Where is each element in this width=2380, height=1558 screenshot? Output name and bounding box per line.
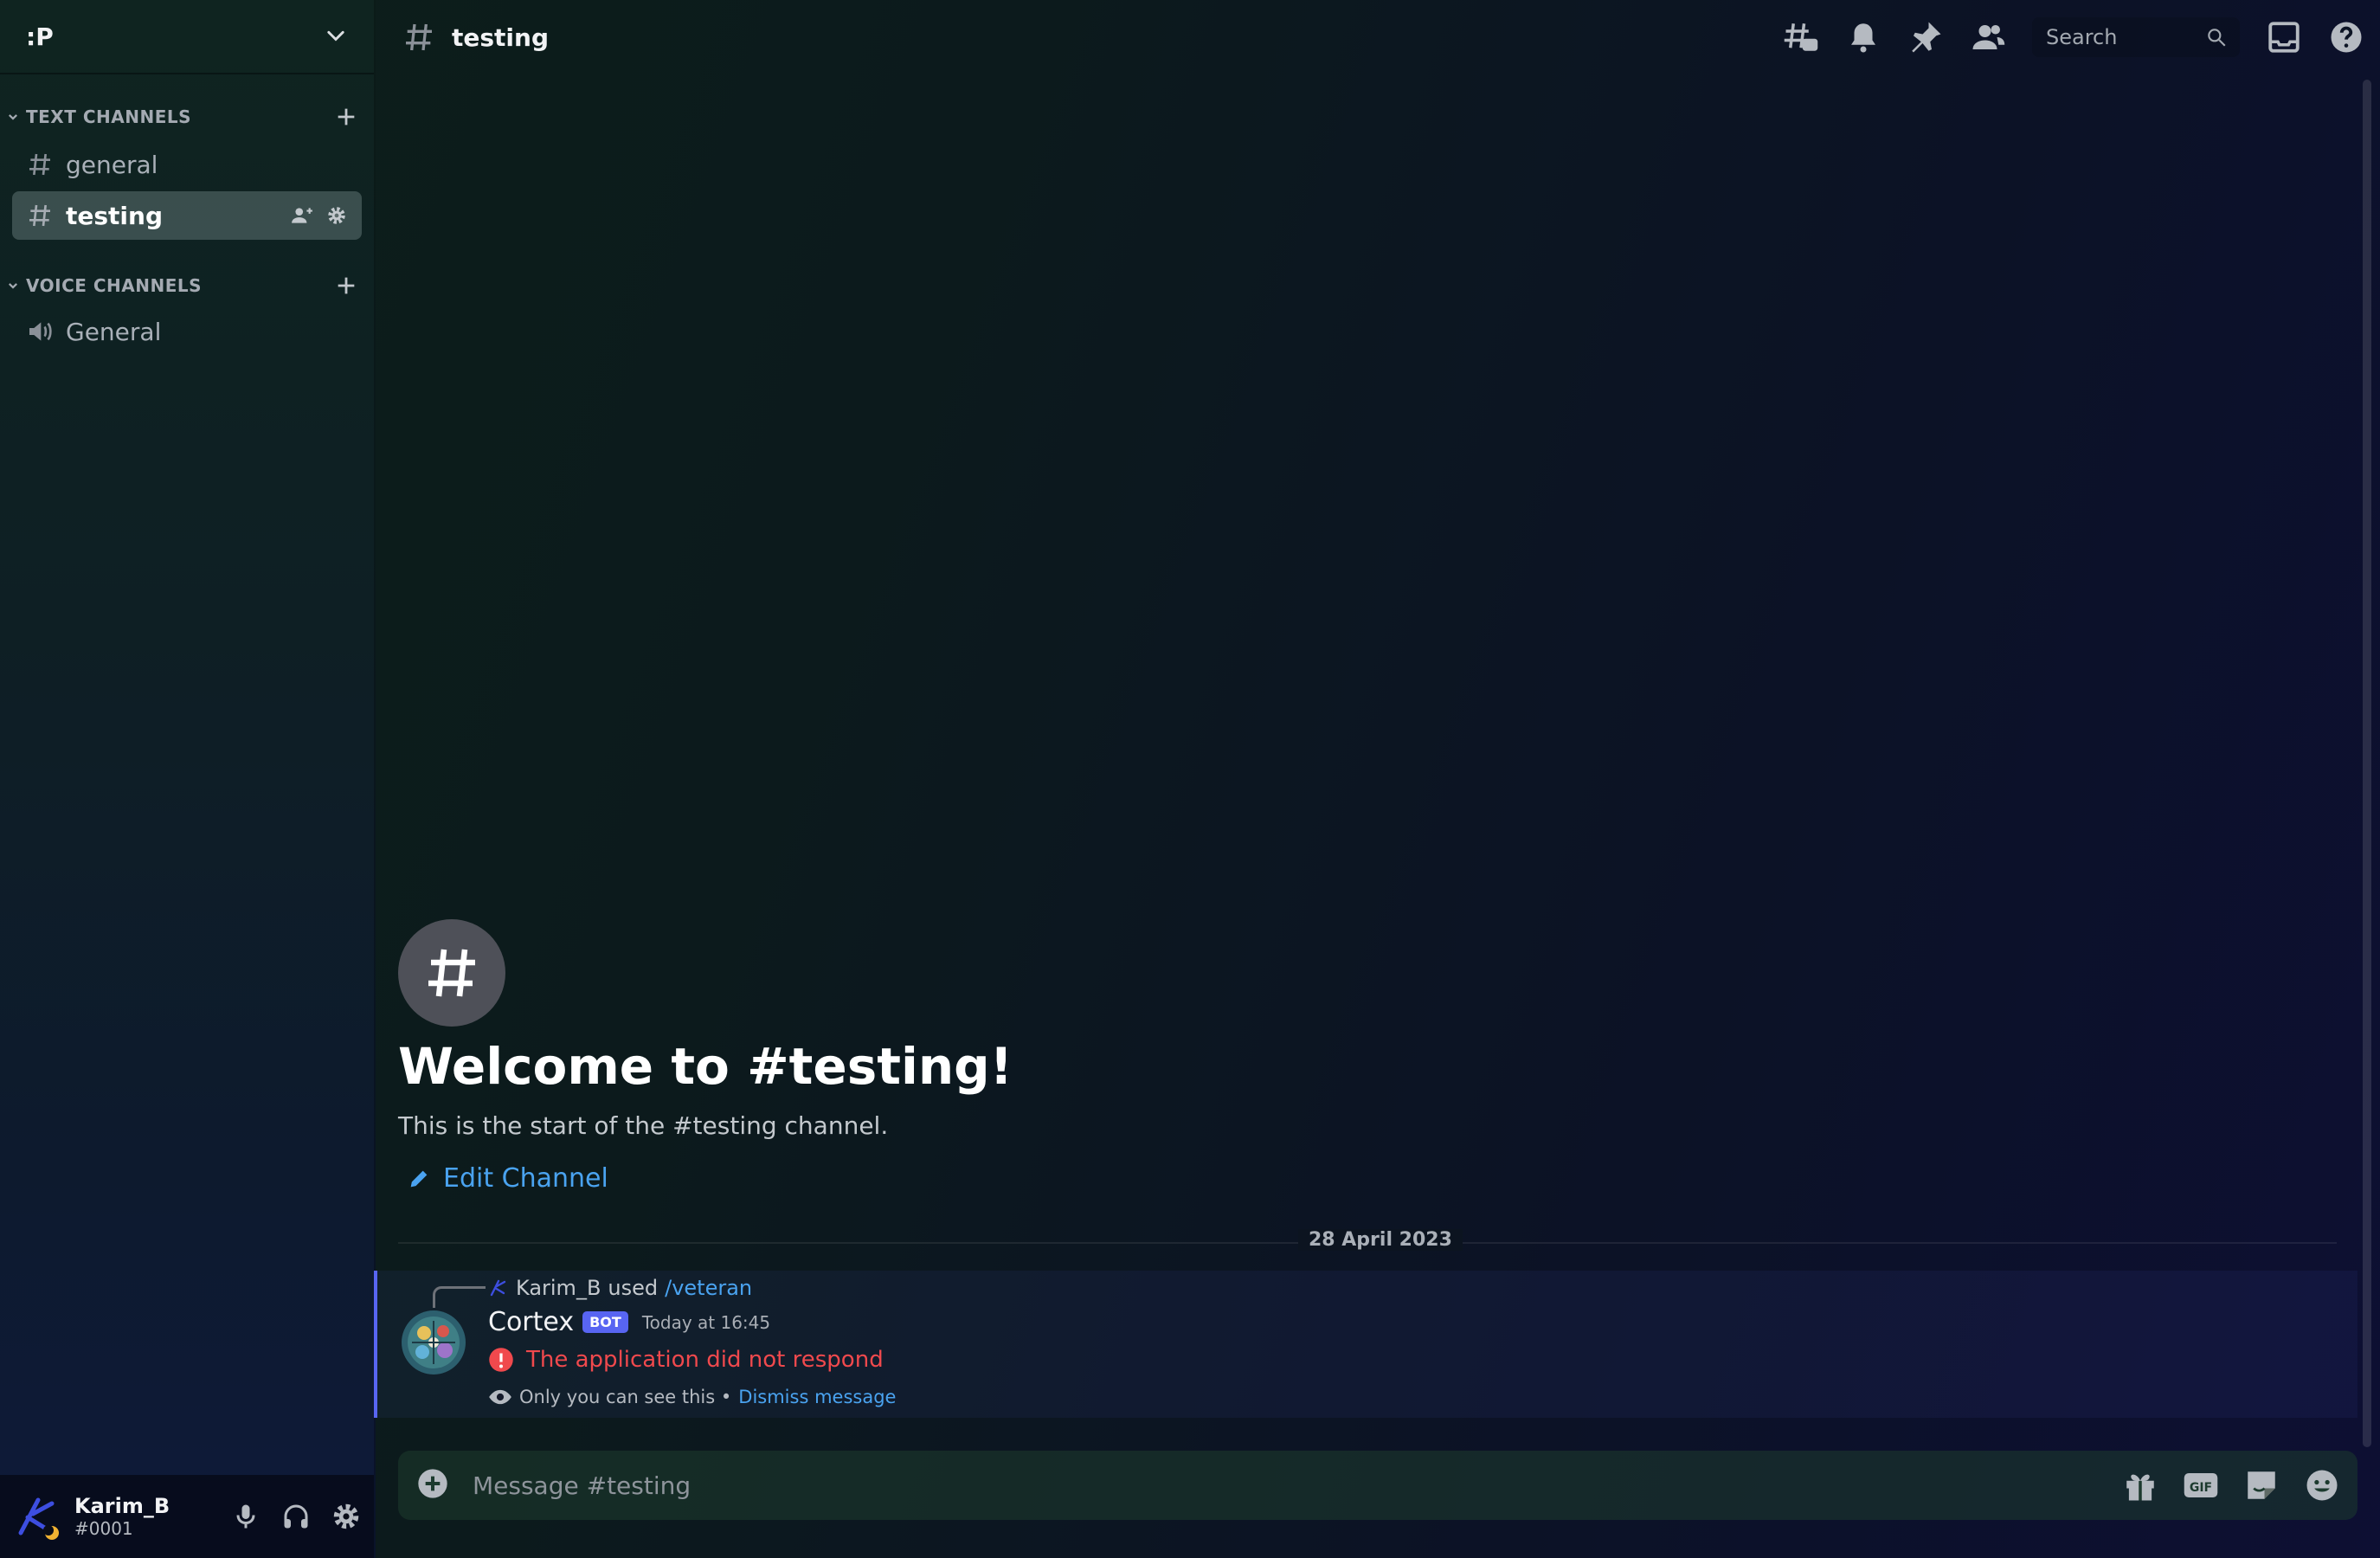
message-item: Karim_B used /veteran Cortex BOT Today a… <box>374 1271 2357 1418</box>
user-avatar-icon <box>490 1279 506 1297</box>
chevron-down-icon <box>327 30 344 42</box>
threads-icon[interactable] <box>1783 19 1819 55</box>
inbox-icon[interactable] <box>2266 19 2302 55</box>
reply-connector <box>433 1286 486 1308</box>
channel-label: general <box>66 150 158 179</box>
server-header[interactable]: :P <box>0 0 374 74</box>
edit-channel-link[interactable]: Edit Channel <box>407 1163 608 1194</box>
category-text-channels[interactable]: TEXT CHANNELS <box>7 101 358 132</box>
hashtag-icon <box>406 23 432 51</box>
eye-icon <box>489 1389 511 1405</box>
edit-channel-label: Edit Channel <box>443 1163 608 1194</box>
create-channel-plus-icon[interactable] <box>334 105 358 129</box>
channel-item-testing[interactable]: testing <box>12 191 362 240</box>
emoji-icon[interactable] <box>2304 1467 2340 1503</box>
hashtag-icon <box>428 949 475 997</box>
help-icon[interactable] <box>2328 19 2364 55</box>
speaker-icon <box>29 322 52 341</box>
channel-item-voice-general[interactable]: General <box>12 307 362 356</box>
server-name: :P <box>26 22 54 51</box>
category-label: TEXT CHANNELS <box>26 106 192 127</box>
ephemeral-note: Only you can see this • <box>519 1387 732 1407</box>
messages-scrollbar[interactable] <box>2363 80 2371 1447</box>
user-panel: Karim_B #0001 <box>0 1475 374 1558</box>
create-channel-plus-icon[interactable] <box>334 274 358 298</box>
reply-used-text: used <box>608 1276 659 1300</box>
avatar[interactable] <box>12 1491 62 1542</box>
svg-text:GIF: GIF <box>2190 1481 2212 1495</box>
welcome-subtitle: This is the start of the #testing channe… <box>398 1111 889 1140</box>
gear-icon[interactable] <box>325 204 348 227</box>
bot-avatar-icon <box>402 1310 466 1375</box>
search-input[interactable] <box>2044 24 2195 50</box>
message-author[interactable]: Cortex <box>488 1307 574 1337</box>
slash-command[interactable]: /veteran <box>665 1276 752 1300</box>
caret-down-icon <box>9 114 17 120</box>
bell-icon[interactable] <box>1845 19 1881 55</box>
pencil-icon <box>410 1170 428 1187</box>
plus-circle-icon <box>418 1469 447 1498</box>
caret-down-icon <box>9 283 17 289</box>
hashtag-icon <box>29 153 50 176</box>
pin-icon[interactable] <box>1907 19 1944 55</box>
welcome-title: Welcome to #testing! <box>398 1037 1013 1096</box>
message-composer: GIF <box>398 1451 2357 1520</box>
members-icon[interactable] <box>1970 19 2006 55</box>
search-icon <box>2208 29 2226 47</box>
channel-sidebar: :P TEXT CHANNELS general testing VOICE C… <box>0 0 376 1558</box>
avatar[interactable] <box>402 1310 466 1375</box>
channel-welcome-icon <box>398 919 505 1027</box>
message-timestamp: Today at 16:45 <box>641 1311 771 1333</box>
channel-header: testing <box>376 0 2380 74</box>
error-icon <box>489 1348 513 1372</box>
hashtag-icon <box>29 204 50 227</box>
message-input[interactable] <box>471 1470 2122 1501</box>
invite-user-icon[interactable] <box>291 204 313 227</box>
category-label: VOICE CHANNELS <box>26 275 203 296</box>
gear-icon[interactable] <box>331 1501 362 1532</box>
dismiss-message-link[interactable]: Dismiss message <box>738 1387 896 1407</box>
category-voice-channels[interactable]: VOICE CHANNELS <box>7 270 358 301</box>
channel-label: testing <box>66 201 163 230</box>
search-box[interactable] <box>2032 17 2240 57</box>
error-message: The application did not respond <box>526 1347 884 1373</box>
user-tag: #0001 <box>74 1518 133 1539</box>
command-reply-context[interactable]: Karim_B used /veteran <box>488 1276 752 1300</box>
microphone-icon[interactable] <box>230 1501 261 1532</box>
user-name: Karim_B <box>74 1494 170 1518</box>
upload-button[interactable] <box>415 1466 450 1504</box>
user-avatar-icon <box>18 1497 59 1540</box>
gif-icon[interactable]: GIF <box>2183 1467 2219 1503</box>
gift-icon[interactable] <box>2122 1467 2158 1503</box>
channel-label: General <box>66 317 162 346</box>
headphones-icon[interactable] <box>280 1501 312 1532</box>
date-divider-label: 28 April 2023 <box>1298 1229 1463 1251</box>
channel-title: testing <box>452 23 549 52</box>
channel-item-general[interactable]: general <box>12 140 362 189</box>
reply-username[interactable]: Karim_B <box>516 1276 601 1300</box>
bot-badge: BOT <box>582 1311 628 1333</box>
sticker-icon[interactable] <box>2243 1467 2280 1503</box>
